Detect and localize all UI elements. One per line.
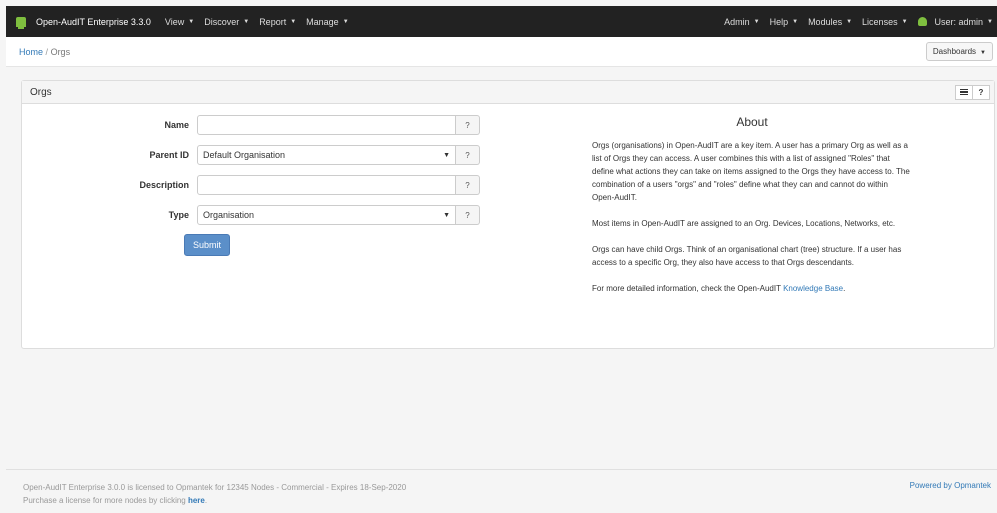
breadcrumb-current: Orgs: [50, 46, 71, 57]
nav-help-menu[interactable]: Help ▼: [770, 17, 798, 27]
breadcrumb-bar: Home / Orgs Dashboards ▼: [6, 37, 997, 67]
type-select[interactable]: Organisation ▼: [197, 205, 456, 225]
parent-id-help-button[interactable]: ?: [456, 145, 480, 165]
caret-down-icon: ▼: [188, 18, 195, 25]
list-view-button[interactable]: [955, 84, 973, 100]
license-line-1: Open-AudIT Enterprise 3.0.0 is licensed …: [23, 483, 407, 492]
panel-heading: Orgs ?: [22, 81, 994, 104]
purchase-here-link[interactable]: here: [188, 496, 205, 505]
nav-modules-label: Modules: [808, 16, 843, 27]
license-notice: Open-AudIT Enterprise 3.0.0 is licensed …: [23, 481, 406, 507]
nav-discover-menu[interactable]: Discover ▼: [204, 17, 249, 27]
nav-discover-label: Discover: [204, 16, 240, 27]
nav-report-menu[interactable]: Report ▼: [259, 17, 296, 27]
caret-down-icon: ▼: [980, 50, 986, 56]
nav-view-label: View: [164, 16, 185, 27]
description-help-button[interactable]: ?: [456, 175, 480, 195]
powered-by-link[interactable]: Powered by Opmantek: [910, 481, 991, 490]
caret-down-icon: ▼: [901, 18, 908, 25]
list-icon: [960, 88, 968, 96]
name-label: Name: [164, 120, 189, 130]
nav-licenses-menu[interactable]: Licenses ▼: [862, 17, 907, 27]
type-help-button[interactable]: ?: [456, 205, 480, 225]
caret-down-icon: ▼: [443, 211, 450, 219]
nav-modules-menu[interactable]: Modules ▼: [808, 17, 852, 27]
about-p4-suffix: .: [843, 284, 846, 293]
license-line-2: Purchase a license for more nodes by cli…: [23, 494, 406, 507]
footer: Open-AudIT Enterprise 3.0.0 is licensed …: [6, 469, 997, 513]
panel-help-button[interactable]: ?: [972, 84, 990, 100]
nav-admin-menu[interactable]: Admin ▼: [724, 17, 759, 27]
brand[interactable]: Open-AudIT Enterprise 3.3.0: [16, 16, 151, 29]
parent-id-select[interactable]: Default Organisation ▼: [197, 145, 456, 165]
name-row: Name ?: [22, 115, 480, 135]
nav-help-label: Help: [769, 16, 789, 27]
dashboards-button[interactable]: Dashboards ▼: [925, 42, 993, 61]
about-paragraph-1: Orgs (organisations) in Open-AudIT are a…: [592, 141, 910, 202]
user-icon: [917, 17, 927, 26]
caret-down-icon: ▼: [342, 18, 349, 25]
caret-down-icon: ▼: [753, 18, 760, 25]
caret-down-icon: ▼: [987, 18, 993, 25]
breadcrumb: Home / Orgs: [19, 47, 70, 57]
name-help-button[interactable]: ?: [456, 115, 480, 135]
submit-button[interactable]: Submit: [184, 234, 231, 256]
caret-down-icon: ▼: [290, 18, 297, 25]
nav-user-menu[interactable]: User: admin ▼: [935, 17, 993, 27]
knowledge-base-link[interactable]: Knowledge Base: [783, 284, 843, 293]
nav-admin-label: Admin: [724, 16, 750, 27]
orgs-panel: Orgs ? Name ? Parent ID Default Organisa…: [21, 80, 995, 349]
description-row: Description ?: [22, 175, 480, 195]
parent-id-row: Parent ID Default Organisation ▼ ?: [22, 145, 480, 165]
breadcrumb-home-link[interactable]: Home: [19, 47, 43, 57]
type-value: Organisation: [203, 210, 255, 220]
about-section: About Orgs (organisations) in Open-AudIT…: [592, 115, 912, 308]
caret-down-icon: ▼: [792, 18, 799, 25]
open-audit-logo-icon: [16, 16, 26, 29]
name-input[interactable]: [197, 115, 456, 135]
type-row: Type Organisation ▼ ?: [22, 205, 480, 225]
nav-right-group: Admin ▼ Help ▼ Modules ▼ Licenses ▼ User: ad…: [724, 17, 997, 27]
description-label: Description: [139, 180, 189, 190]
nav-licenses-label: Licenses: [862, 16, 898, 27]
description-input[interactable]: [197, 175, 456, 195]
nav-manage-label: Manage: [306, 16, 339, 27]
parent-id-value: Default Organisation: [203, 150, 286, 160]
about-paragraph-2: Most items in Open-AudIT are assigned to…: [592, 219, 896, 228]
nav-view-menu[interactable]: View ▼: [165, 17, 194, 27]
license-line-2-prefix: Purchase a license for more nodes by cli…: [23, 496, 188, 505]
help-question-icon: ?: [978, 87, 984, 97]
nav-user-label: User: admin: [934, 16, 984, 27]
panel-title: Orgs: [30, 86, 52, 98]
about-paragraph-3: Orgs can have child Orgs. Think of an or…: [592, 245, 902, 267]
about-p4-prefix: For more detailed information, check the…: [592, 284, 784, 293]
type-label: Type: [168, 210, 189, 220]
caret-down-icon: ▼: [846, 18, 853, 25]
panel-actions: ?: [955, 84, 990, 100]
breadcrumb-separator: /: [45, 46, 49, 57]
nav-report-label: Report: [259, 16, 287, 27]
parent-id-label: Parent ID: [149, 150, 189, 160]
nav-manage-menu[interactable]: Manage ▼: [306, 17, 348, 27]
about-paragraph-4: For more detailed information, check the…: [592, 282, 912, 295]
license-line-2-suffix: .: [204, 496, 208, 505]
top-navbar: Open-AudIT Enterprise 3.3.0 View ▼ Discov…: [6, 6, 997, 37]
caret-down-icon: ▼: [443, 151, 450, 159]
about-title: About: [736, 115, 768, 129]
dashboards-label: Dashboards: [932, 47, 977, 56]
brand-label: Open-AudIT Enterprise 3.3.0: [36, 16, 151, 27]
caret-down-icon: ▼: [243, 18, 250, 25]
